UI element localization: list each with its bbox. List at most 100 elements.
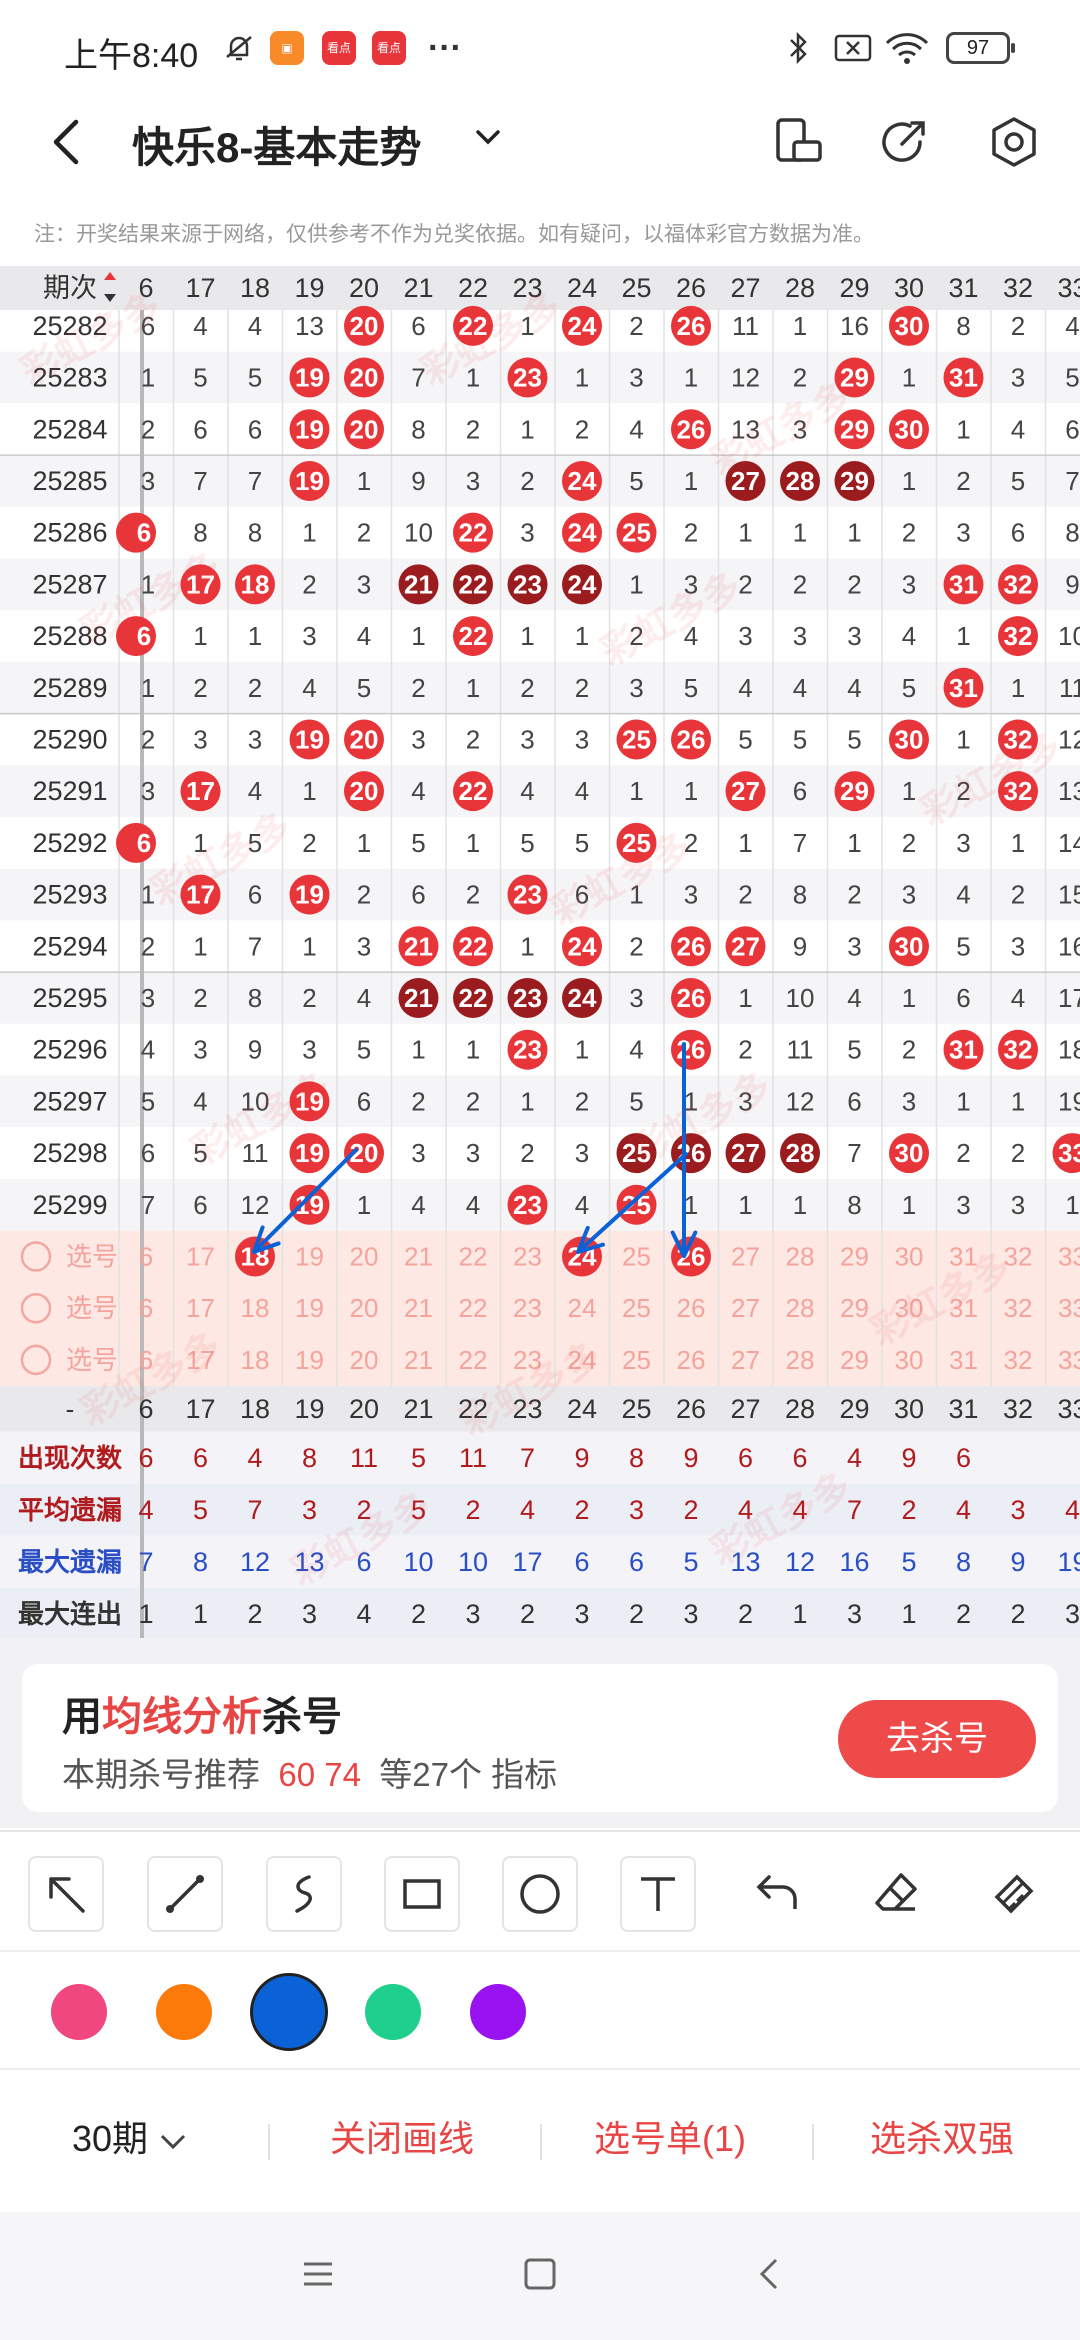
line-tool-icon <box>166 1875 204 1913</box>
kill-double-button[interactable]: 选杀双强 <box>870 2110 1014 2162</box>
selectable-number[interactable]: 26 <box>677 1293 706 1323</box>
selectable-number[interactable]: 20 <box>350 1345 379 1375</box>
cell-text: 11 <box>732 311 759 341</box>
selectable-number[interactable]: 32 <box>1004 1293 1033 1323</box>
title-dropdown-button[interactable] <box>470 118 506 158</box>
period-selector[interactable]: 30期 <box>72 2110 188 2162</box>
selectable-number[interactable]: 21 <box>404 1242 433 1272</box>
selectable-number[interactable]: 26 <box>677 1345 706 1375</box>
selectable-number[interactable]: 23 <box>513 1242 542 1272</box>
stat-value: 4 <box>247 1443 262 1473</box>
cell-text: 5 <box>847 724 861 754</box>
selectable-number[interactable]: 30 <box>895 1242 924 1272</box>
stat-value: 6 <box>956 1443 971 1473</box>
line-tool-button[interactable] <box>147 1856 223 1932</box>
share-button[interactable] <box>876 114 932 170</box>
selectable-number[interactable]: 27 <box>731 1345 760 1375</box>
selectable-number[interactable]: 20 <box>350 1293 379 1323</box>
selectable-number[interactable]: 29 <box>840 1242 869 1272</box>
selectable-number[interactable]: 22 <box>459 1293 488 1323</box>
arrow-tool-button[interactable] <box>28 1856 104 1932</box>
app-notification-icon: 看点 <box>372 30 406 66</box>
menu-nav-button[interactable] <box>300 2256 336 2297</box>
cell-text: 8 <box>847 1190 861 1220</box>
selectable-number[interactable]: 28 <box>786 1345 815 1375</box>
selectable-number[interactable]: 22 <box>459 1242 488 1272</box>
selectable-number[interactable]: 17 <box>186 1242 215 1272</box>
rotate-screen-button[interactable] <box>770 114 826 170</box>
undo-button[interactable] <box>740 1856 816 1932</box>
page-title[interactable]: 快乐8-基本走势 <box>132 114 421 175</box>
ball-number: 32 <box>1004 569 1033 599</box>
selectable-number[interactable]: 17 <box>186 1293 215 1323</box>
circle-tool-button[interactable] <box>502 1856 578 1932</box>
selectable-number[interactable]: 6 <box>139 1242 153 1272</box>
selectable-number[interactable]: 25 <box>622 1242 651 1272</box>
freehand-tool-button[interactable] <box>266 1856 342 1932</box>
clear-all-button[interactable] <box>976 1856 1052 1932</box>
selectable-number[interactable]: 21 <box>404 1345 433 1375</box>
cell-text: 6 <box>141 1138 155 1168</box>
color-swatch-green[interactable] <box>365 1984 421 2040</box>
selectable-number[interactable]: 6 <box>139 1293 153 1323</box>
rectangle-tool-button[interactable] <box>384 1856 460 1932</box>
selectable-number[interactable]: 25 <box>622 1345 651 1375</box>
selectable-number[interactable]: 27 <box>731 1242 760 1272</box>
cell-text: 2 <box>1011 311 1025 341</box>
color-swatch-purple[interactable] <box>470 1984 526 2040</box>
app-header: 快乐8-基本走势 <box>0 96 1080 188</box>
cell-text: 8 <box>956 311 970 341</box>
selectable-number[interactable]: 31 <box>949 1345 978 1375</box>
eraser-button[interactable] <box>858 1856 934 1932</box>
ball-number: 20 <box>350 311 379 341</box>
pick-list-button[interactable]: 选号单(1) <box>594 2110 746 2162</box>
stat-value: 5 <box>193 1495 208 1525</box>
selectable-number[interactable]: 19 <box>295 1293 324 1323</box>
close-drawing-button[interactable]: 关闭画线 <box>330 2110 474 2162</box>
selectable-number[interactable]: 28 <box>786 1242 815 1272</box>
trend-table[interactable]: 期次61718192021222324252627282930313233252… <box>0 266 1080 1638</box>
cell-text: 6 <box>248 880 262 910</box>
stat-value: 3 <box>847 1599 862 1629</box>
cell-text: 2 <box>141 931 155 961</box>
selectable-number[interactable]: 27 <box>731 1293 760 1323</box>
selectable-number[interactable]: 30 <box>895 1345 924 1375</box>
text-tool-button[interactable] <box>620 1856 696 1932</box>
color-swatch-blue-selected[interactable] <box>250 1973 328 2051</box>
cell-text: 1 <box>411 621 425 651</box>
selectable-number[interactable]: 23 <box>513 1293 542 1323</box>
back-nav-button[interactable] <box>752 2256 788 2297</box>
period-number: 25296 <box>32 1035 107 1065</box>
selectable-number[interactable]: 25 <box>622 1293 651 1323</box>
selectable-number[interactable]: 18 <box>241 1293 270 1323</box>
settings-button[interactable] <box>986 114 1042 170</box>
trend-grid[interactable]: 期次61718192021222324252627282930313233252… <box>0 266 1080 1638</box>
selectable-number[interactable]: 33 <box>1058 1345 1080 1375</box>
cell-text: 1 <box>411 1035 425 1065</box>
selectable-number[interactable]: 18 <box>241 1345 270 1375</box>
cell-text: 2 <box>575 1086 589 1116</box>
ball-number: 26 <box>677 983 706 1013</box>
selectable-number[interactable]: 22 <box>459 1345 488 1375</box>
home-nav-button[interactable] <box>522 2256 558 2297</box>
selectable-number[interactable]: 19 <box>295 1345 324 1375</box>
selectable-number[interactable]: 21 <box>404 1293 433 1323</box>
kill-number-button[interactable]: 去杀号 <box>838 1700 1036 1778</box>
color-swatch-orange[interactable] <box>156 1984 212 2040</box>
selectable-number[interactable]: 20 <box>350 1242 379 1272</box>
selectable-number[interactable]: 19 <box>295 1242 324 1272</box>
column-header: 20 <box>349 273 379 303</box>
selectable-number[interactable]: 24 <box>568 1293 597 1323</box>
selectable-number[interactable]: 32 <box>1004 1345 1033 1375</box>
cell-text: 4 <box>193 311 207 341</box>
ball-number: 23 <box>513 363 542 393</box>
selectable-number[interactable]: 29 <box>840 1345 869 1375</box>
cell-text: 1 <box>357 828 371 858</box>
selectable-number[interactable]: 33 <box>1058 1242 1080 1272</box>
selectable-number[interactable]: 33 <box>1058 1293 1080 1323</box>
back-button[interactable] <box>40 114 96 170</box>
selectable-number[interactable]: 28 <box>786 1293 815 1323</box>
cell-text: 1 <box>575 1035 589 1065</box>
cell-text: 5 <box>629 466 643 496</box>
color-swatch-pink[interactable] <box>51 1984 107 2040</box>
